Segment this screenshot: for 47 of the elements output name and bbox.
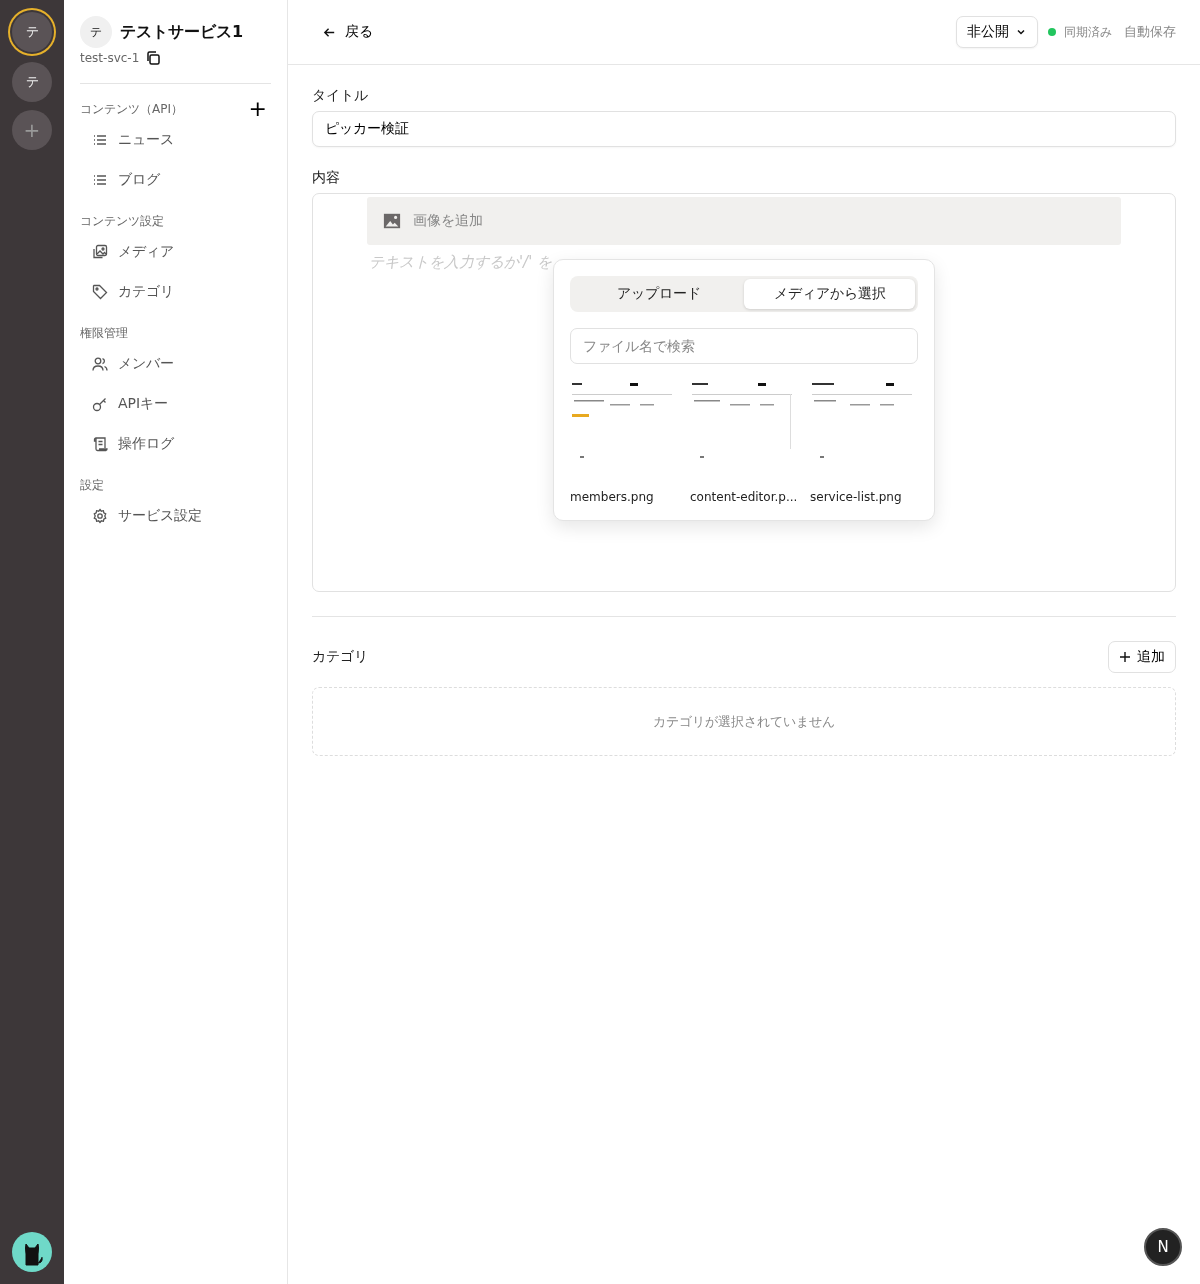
title-input[interactable]: ピッカー検証 bbox=[312, 111, 1176, 147]
dev-tools-button[interactable]: N bbox=[1144, 1228, 1182, 1266]
sidebar-item[interactable]: メンバー bbox=[80, 344, 271, 384]
sidebar-item[interactable]: メディア bbox=[80, 232, 271, 272]
service-slug: test-svc-1 bbox=[80, 51, 140, 65]
section-heading: コンテンツ設定 bbox=[80, 212, 164, 230]
sync-status: 同期済み bbox=[1064, 23, 1112, 41]
picker-tab[interactable]: アップロード bbox=[573, 279, 744, 309]
scroll-icon bbox=[92, 436, 108, 452]
file-name: members.png bbox=[570, 490, 655, 504]
list-icon bbox=[92, 132, 108, 148]
list-icon bbox=[92, 172, 108, 188]
plus-icon bbox=[1119, 651, 1131, 663]
field-label: カテゴリ bbox=[312, 648, 368, 666]
sidebar-item[interactable]: APIキー bbox=[80, 384, 271, 424]
back-button[interactable]: 戻る bbox=[318, 19, 377, 45]
search-field[interactable]: ファイル名で検索 bbox=[570, 328, 918, 364]
user-avatar-icon[interactable] bbox=[12, 1232, 52, 1272]
picker-tab[interactable]: メディアから選択 bbox=[744, 279, 915, 309]
file-name: content-editor.p... bbox=[690, 490, 796, 504]
add-category-button[interactable]: 追加 bbox=[1108, 641, 1176, 673]
section-heading: 権限管理 bbox=[80, 324, 128, 342]
autosave-status: 自動保存 bbox=[1124, 23, 1176, 41]
service-avatar: テ bbox=[80, 16, 112, 48]
users-icon bbox=[92, 356, 108, 372]
sidebar-item[interactable]: 操作ログ bbox=[80, 424, 271, 464]
images-icon bbox=[92, 244, 108, 260]
section-heading: コンテンツ（API） bbox=[80, 100, 183, 118]
copy-icon[interactable] bbox=[145, 50, 162, 66]
field-label: 内容 bbox=[312, 169, 341, 187]
image-icon bbox=[383, 212, 401, 230]
settings-icon bbox=[92, 508, 108, 524]
key-icon bbox=[92, 396, 108, 412]
service-button[interactable]: テ bbox=[12, 12, 52, 52]
tag-icon bbox=[92, 284, 108, 300]
sidebar-item[interactable]: サービス設定 bbox=[80, 496, 271, 536]
add-content-button[interactable]: + bbox=[244, 98, 271, 120]
section-heading: 設定 bbox=[80, 476, 104, 494]
service-title: テストサービス1 bbox=[120, 21, 244, 43]
sidebar-item[interactable]: ニュース bbox=[80, 120, 271, 160]
visibility-dropdown[interactable]: 非公開 bbox=[956, 16, 1038, 48]
sidebar-item[interactable]: ブログ bbox=[80, 160, 271, 200]
service-button[interactable]: テ bbox=[12, 62, 52, 102]
file-name: service-list.png bbox=[810, 490, 903, 504]
empty-message: カテゴリが選択されていません bbox=[653, 712, 835, 731]
sidebar-item[interactable]: カテゴリ bbox=[80, 272, 271, 312]
field-label: タイトル bbox=[312, 87, 369, 105]
